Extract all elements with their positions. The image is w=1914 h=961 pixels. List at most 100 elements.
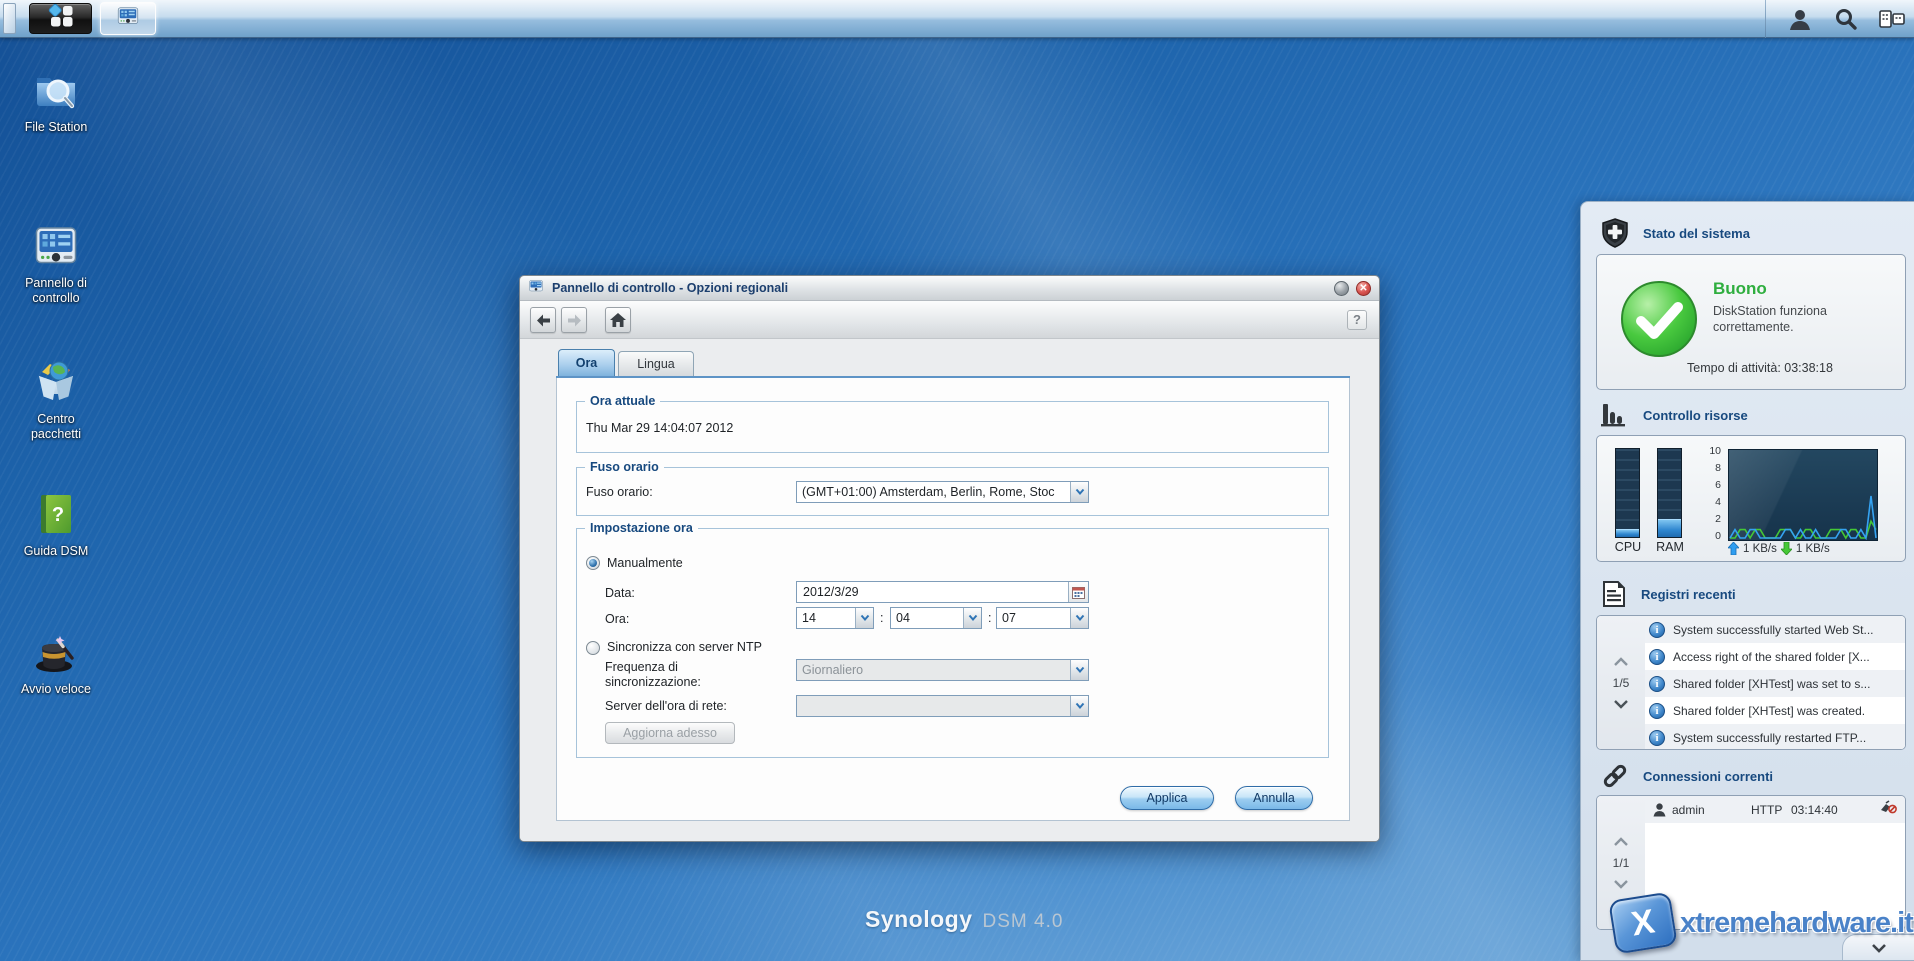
y-tick: 10 (1703, 445, 1721, 457)
log-row[interactable]: iSystem successfully started Web St... (1645, 616, 1905, 643)
connection-row[interactable]: admin HTTP 03:14:40 (1645, 796, 1905, 823)
timezone-value: (GMT+01:00) Amsterdam, Berlin, Rome, Sto… (797, 482, 1070, 502)
file-station-icon (32, 66, 80, 114)
quick-start-icon (32, 628, 80, 676)
system-status-box: Buono DiskStation funziona correttamente… (1596, 254, 1906, 390)
taskbar-separator (1765, 0, 1766, 38)
main-menu-button[interactable] (29, 3, 92, 34)
ntp-radio[interactable] (586, 641, 600, 655)
page-down-icon[interactable] (1614, 700, 1628, 709)
timezone-select[interactable]: (GMT+01:00) Amsterdam, Berlin, Rome, Sto… (796, 481, 1089, 503)
dsm-version: DSM 4.0 (983, 911, 1064, 933)
date-input[interactable]: 2012/3/29 (796, 581, 1089, 603)
apply-button[interactable]: Applica (1120, 786, 1214, 810)
tab-lingua[interactable]: Lingua (618, 351, 694, 376)
time-setting-legend: Impostazione ora (585, 521, 698, 535)
status-ok-icon (1619, 279, 1699, 359)
desktop-icon-package-center[interactable]: Centro pacchetti (8, 358, 104, 442)
chevron-down-icon[interactable] (1070, 482, 1088, 502)
log-text: Access right of the shared folder [X... (1673, 650, 1870, 664)
ram-label: RAM (1650, 540, 1690, 554)
back-button[interactable] (530, 307, 556, 333)
desktop-icon-dsm-help[interactable]: ? Guida DSM (8, 490, 104, 559)
desktop-icon-label: Centro pacchetti (12, 412, 100, 442)
second-select[interactable]: 07 (996, 607, 1089, 629)
user-menu-button[interactable] (1784, 5, 1816, 33)
package-center-icon (32, 358, 80, 406)
forward-button[interactable] (561, 307, 587, 333)
info-icon: i (1649, 730, 1665, 746)
resource-monitor-box: CPU RAM 10 8 6 4 2 0 1 KB/s (1596, 435, 1906, 562)
close-button[interactable]: ✕ (1356, 281, 1371, 296)
chevron-down-icon[interactable] (963, 608, 981, 628)
ntp-server-label: Server dell'ora di rete: (605, 699, 727, 713)
log-row[interactable]: i Access right of the shared folder [X... (1645, 643, 1905, 670)
log-text: Shared folder [XHTest] was created. (1673, 704, 1865, 718)
chevron-down-icon[interactable] (1070, 696, 1088, 716)
desktop-icon-control-panel[interactable]: Pannello di controllo (8, 222, 104, 306)
calendar-icon[interactable] (1068, 582, 1088, 602)
page-up-icon[interactable] (1614, 837, 1628, 846)
desktop-icon-label: Pannello di controllo (12, 276, 100, 306)
net-graph-up (1730, 496, 1876, 538)
back-arrow-icon (536, 314, 551, 327)
info-icon: i (1649, 649, 1665, 665)
link-icon (1601, 762, 1629, 790)
window-title: Pannello di controllo - Opzioni regional… (552, 281, 788, 295)
search-button[interactable] (1830, 5, 1862, 33)
home-button[interactable] (605, 307, 631, 333)
window-toolbar: ? (520, 301, 1379, 339)
current-time-value: Thu Mar 29 14:04:07 2012 (586, 421, 733, 435)
hour-select[interactable]: 14 (796, 607, 874, 629)
sync-frequency-select[interactable]: Giornaliero (796, 659, 1089, 681)
sync-frequency-label: Frequenza di sincronizzazione: (605, 660, 765, 690)
window-icon (528, 278, 544, 299)
page-up-icon[interactable] (1614, 657, 1628, 666)
pilot-view-button[interactable] (1876, 5, 1908, 33)
manual-radio[interactable] (586, 556, 600, 570)
timezone-group: Fuso orario Fuso orario: (GMT+01:00) Ams… (576, 467, 1329, 516)
second-value: 07 (997, 608, 1070, 628)
system-health-sidebar: Stato del sistema Buono DiskStation funz… (1580, 201, 1914, 961)
connections-title: Connessioni correnti (1643, 769, 1773, 784)
search-icon (1833, 7, 1859, 31)
desktop: File Station Pannello di controllo (0, 0, 1914, 961)
timezone-field-label: Fuso orario: (586, 485, 653, 499)
tab-ora[interactable]: Ora (558, 349, 615, 376)
download-arrow-icon (1781, 542, 1792, 555)
log-row[interactable]: iSystem successfully restarted FTP... (1645, 724, 1905, 750)
watermark-text: xtremehardware.it (1680, 907, 1913, 940)
window-titlebar[interactable]: Pannello di controllo - Opzioni regional… (520, 276, 1379, 301)
ntp-server-select[interactable] (796, 695, 1089, 717)
help-button[interactable]: ? (1347, 310, 1367, 330)
minimize-button[interactable] (1334, 281, 1349, 296)
control-panel-desktop-icon (32, 222, 80, 270)
log-row[interactable]: iShared folder [XHTest] was set to s... (1645, 670, 1905, 697)
bar-chart-icon (1601, 402, 1629, 428)
show-desktop-button[interactable] (3, 3, 16, 34)
chevron-down-icon[interactable] (1070, 660, 1088, 680)
manual-label: Manualmente (607, 556, 683, 570)
recent-logs-header: Registri recenti (1601, 580, 1736, 608)
desktop-icon-file-station[interactable]: File Station (8, 66, 104, 135)
pilot-view-icon (1878, 7, 1906, 31)
time-separator: : (988, 611, 991, 625)
ram-meter-fill (1658, 519, 1681, 537)
page-down-icon[interactable] (1614, 880, 1628, 889)
cancel-button[interactable]: Annulla (1235, 786, 1313, 810)
minute-value: 04 (891, 608, 963, 628)
y-tick: 0 (1703, 530, 1721, 542)
taskbar-item-control-panel[interactable] (100, 2, 156, 35)
desktop-icon-quick-start[interactable]: Avvio veloce (8, 628, 104, 697)
log-row[interactable]: iShared folder [XHTest] was created. (1645, 697, 1905, 724)
disconnect-icon[interactable] (1880, 800, 1897, 819)
tab-underline (556, 376, 1350, 378)
update-now-button[interactable]: Aggiorna adesso (605, 722, 735, 744)
status-description: DiskStation funziona correttamente. (1713, 303, 1885, 335)
logo-text: Synology (865, 906, 973, 933)
ntp-label: Sincronizza con server NTP (607, 640, 762, 654)
chevron-down-icon[interactable] (1070, 608, 1088, 628)
minute-select[interactable]: 04 (890, 607, 982, 629)
chevron-down-icon[interactable] (855, 608, 873, 628)
tab-panel-ora: Ora attuale Thu Mar 29 14:04:07 2012 Fus… (556, 378, 1350, 821)
